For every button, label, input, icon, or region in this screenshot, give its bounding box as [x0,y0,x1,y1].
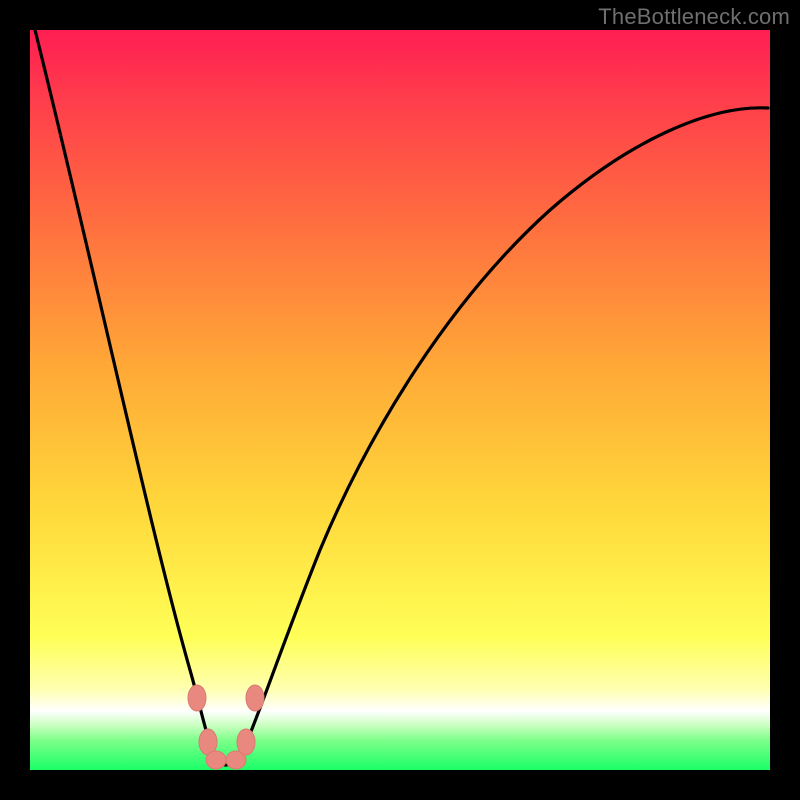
bottleneck-curve [35,30,768,765]
marker-dot [188,685,206,711]
marker-dot [206,751,226,769]
curve-layer [30,30,770,770]
chart-frame: TheBottleneck.com [0,0,800,800]
watermark-text: TheBottleneck.com [598,4,790,30]
plot-area [30,30,770,770]
marker-dot [237,729,255,755]
marker-dot [246,685,264,711]
